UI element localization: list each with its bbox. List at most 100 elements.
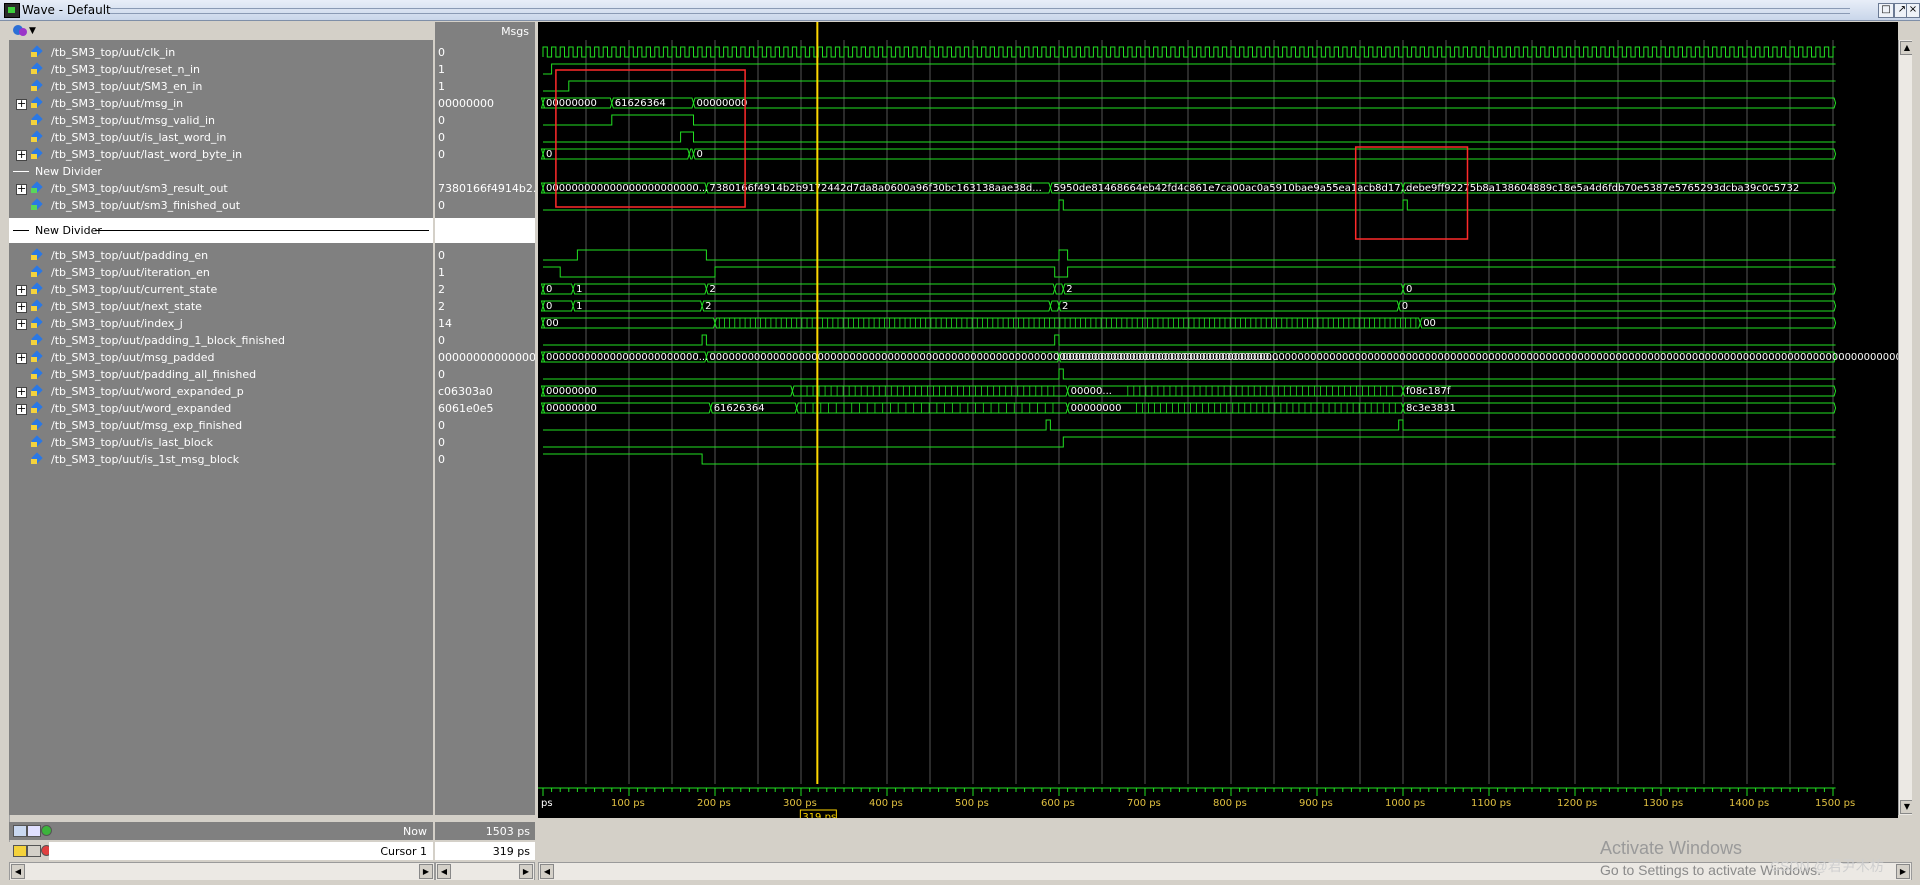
bus-segment	[701, 300, 1051, 312]
signal-name-panel[interactable]: /tb_SM3_top/uut/clk_in/tb_SM3_top/uut/re…	[9, 40, 433, 815]
signal-icon	[31, 316, 44, 329]
signal-icon	[31, 79, 44, 92]
names-scroll-right[interactable]: ▶	[419, 864, 433, 879]
bus-value-label: 0000000000000000000000000000000000000000…	[1062, 352, 1898, 363]
signal-row[interactable]: /tb_SM3_top/uut/word_expanded_p	[9, 383, 433, 400]
timeline-label: 1000 ps	[1385, 798, 1425, 809]
signal-value-text: 1	[438, 266, 445, 279]
bus-value-label: 0	[697, 149, 703, 160]
timeline-label: 800 ps	[1213, 798, 1247, 809]
signal-row[interactable]: /tb_SM3_top/uut/sm3_result_out	[9, 180, 433, 197]
signal-row[interactable]: /tb_SM3_top/uut/SM3_en_in	[9, 78, 433, 95]
divider-row[interactable]: New Divider	[9, 163, 433, 180]
signal-name: /tb_SM3_top/uut/padding_1_block_finished	[51, 334, 285, 347]
wave-options-icon[interactable]: ▼	[13, 23, 36, 38]
signal-value: 1	[435, 264, 535, 281]
bus-value-label: 00000...	[1071, 386, 1112, 397]
msg-valid-in-wave	[543, 114, 1836, 126]
signal-icon	[31, 130, 44, 143]
expand-icon[interactable]	[16, 182, 27, 195]
signal-row[interactable]: /tb_SM3_top/uut/current_state	[9, 281, 433, 298]
watermark-activate: Activate Windows	[1600, 838, 1743, 858]
signal-row[interactable]: /tb_SM3_top/uut/reset_n_in	[9, 61, 433, 78]
bus-value-label: 00000000	[546, 386, 597, 397]
signal-row[interactable]: /tb_SM3_top/uut/msg_valid_in	[9, 112, 433, 129]
bus-segment	[1398, 300, 1837, 312]
signal-value: c06303a0	[435, 383, 535, 400]
signal-value: 1	[435, 61, 535, 78]
signal-row[interactable]: /tb_SM3_top/uut/msg_in	[9, 95, 433, 112]
close-icon[interactable]: ×	[1906, 3, 1920, 18]
title-grip[interactable]	[110, 8, 1850, 14]
signal-row[interactable]: /tb_SM3_top/uut/is_1st_msg_block	[9, 451, 433, 468]
vertical-scrollbar[interactable]: ▲ ▼	[1898, 40, 1914, 815]
bus-value-label: 2	[1062, 301, 1068, 312]
signal-row[interactable]: /tb_SM3_top/uut/word_expanded	[9, 400, 433, 417]
expand-icon[interactable]	[16, 402, 27, 415]
expand-icon[interactable]	[16, 351, 27, 364]
new-window-icon[interactable]	[13, 825, 27, 837]
msg-exp-finished-wave	[543, 419, 1836, 431]
bus-segment	[714, 317, 1421, 329]
bus-value-label: 0	[1402, 301, 1408, 312]
signal-value: 00000000	[435, 95, 535, 112]
bus-value-label: 1	[576, 301, 582, 312]
signal-value: 0	[435, 332, 535, 349]
waveform-area[interactable]: 00000000 61626364 00000000 0 0 00000000000000…	[538, 22, 1898, 818]
signal-value-text: 00000000000000...	[438, 351, 535, 364]
signal-row[interactable]: /tb_SM3_top/uut/msg_padded	[9, 349, 433, 366]
restore-icon[interactable]: □	[1878, 3, 1894, 18]
signal-value-text: 1	[438, 63, 445, 76]
names-hscrollbar[interactable]: ◀ ▶	[9, 862, 435, 881]
signal-row[interactable]: /tb_SM3_top/uut/padding_all_finished	[9, 366, 433, 383]
signal-value: 1	[435, 78, 535, 95]
signal-icon	[31, 96, 44, 109]
bus-value-label: 0	[546, 149, 552, 160]
is-last-block-wave	[543, 436, 1836, 448]
lock-icon[interactable]	[13, 845, 27, 857]
signal-row[interactable]: /tb_SM3_top/uut/msg_exp_finished	[9, 417, 433, 434]
expand-icon[interactable]	[16, 97, 27, 110]
signal-row[interactable]: /tb_SM3_top/uut/padding_1_block_finished	[9, 332, 433, 349]
wave-scroll-left[interactable]: ◀	[540, 864, 554, 879]
signal-icon	[31, 401, 44, 414]
signal-row[interactable]: /tb_SM3_top/uut/sm3_finished_out	[9, 197, 433, 214]
signal-value: 0	[435, 112, 535, 129]
signal-name: /tb_SM3_top/uut/current_state	[51, 283, 218, 296]
values-scroll-left[interactable]: ◀	[437, 864, 451, 879]
signal-value: 0	[435, 129, 535, 146]
signal-value: 0	[435, 434, 535, 451]
timeline-label: 100 ps	[611, 798, 645, 809]
wave-scroll-right[interactable]: ▶	[1896, 864, 1910, 879]
expand-icon[interactable]	[16, 317, 27, 330]
signal-row[interactable]: /tb_SM3_top/uut/padding_en	[9, 247, 433, 264]
bus-segment	[692, 97, 1837, 109]
divider-row-selected[interactable]: New Divider	[9, 218, 433, 243]
names-scroll-left[interactable]: ◀	[11, 864, 25, 879]
values-hscrollbar[interactable]: ◀ ▶	[435, 862, 535, 881]
signal-row[interactable]: /tb_SM3_top/uut/is_last_block	[9, 434, 433, 451]
signal-row[interactable]: /tb_SM3_top/uut/is_last_word_in	[9, 129, 433, 146]
waveform-canvas[interactable]: 00000000 61626364 000000000 000000000000000…	[538, 22, 1898, 818]
expand-icon[interactable]	[16, 385, 27, 398]
signal-value-panel[interactable]: 0 1 1 00000000 0 0 0 7380166f4914b2... 0 0 1 2 2 14 0 0…	[435, 40, 535, 815]
edit-cursor-icon[interactable]	[27, 845, 41, 857]
zoom-icon[interactable]	[27, 825, 41, 837]
add-cursor-icon[interactable]	[41, 825, 52, 836]
signal-row[interactable]: /tb_SM3_top/uut/index_j	[9, 315, 433, 332]
expand-icon[interactable]	[16, 300, 27, 313]
values-scroll-right[interactable]: ▶	[519, 864, 533, 879]
signal-row[interactable]: /tb_SM3_top/uut/last_word_byte_in	[9, 146, 433, 163]
expand-icon[interactable]	[16, 283, 27, 296]
signal-row[interactable]: /tb_SM3_top/uut/clk_in	[9, 44, 433, 61]
signal-row[interactable]: /tb_SM3_top/uut/next_state	[9, 298, 433, 315]
bus-value-label: 000000000000000000000000...	[546, 352, 708, 363]
bus-value-label: 5950de81468664eb42fd4c861e7ca00ac0a5910b…	[1053, 183, 1410, 194]
bus-segment	[1402, 385, 1837, 397]
bus-segment	[1419, 317, 1837, 329]
bus-segment	[1402, 283, 1837, 295]
bus-segment	[796, 402, 1069, 414]
divider-label: New Divider	[35, 224, 102, 237]
signal-row[interactable]: /tb_SM3_top/uut/iteration_en	[9, 264, 433, 281]
expand-icon[interactable]	[16, 148, 27, 161]
